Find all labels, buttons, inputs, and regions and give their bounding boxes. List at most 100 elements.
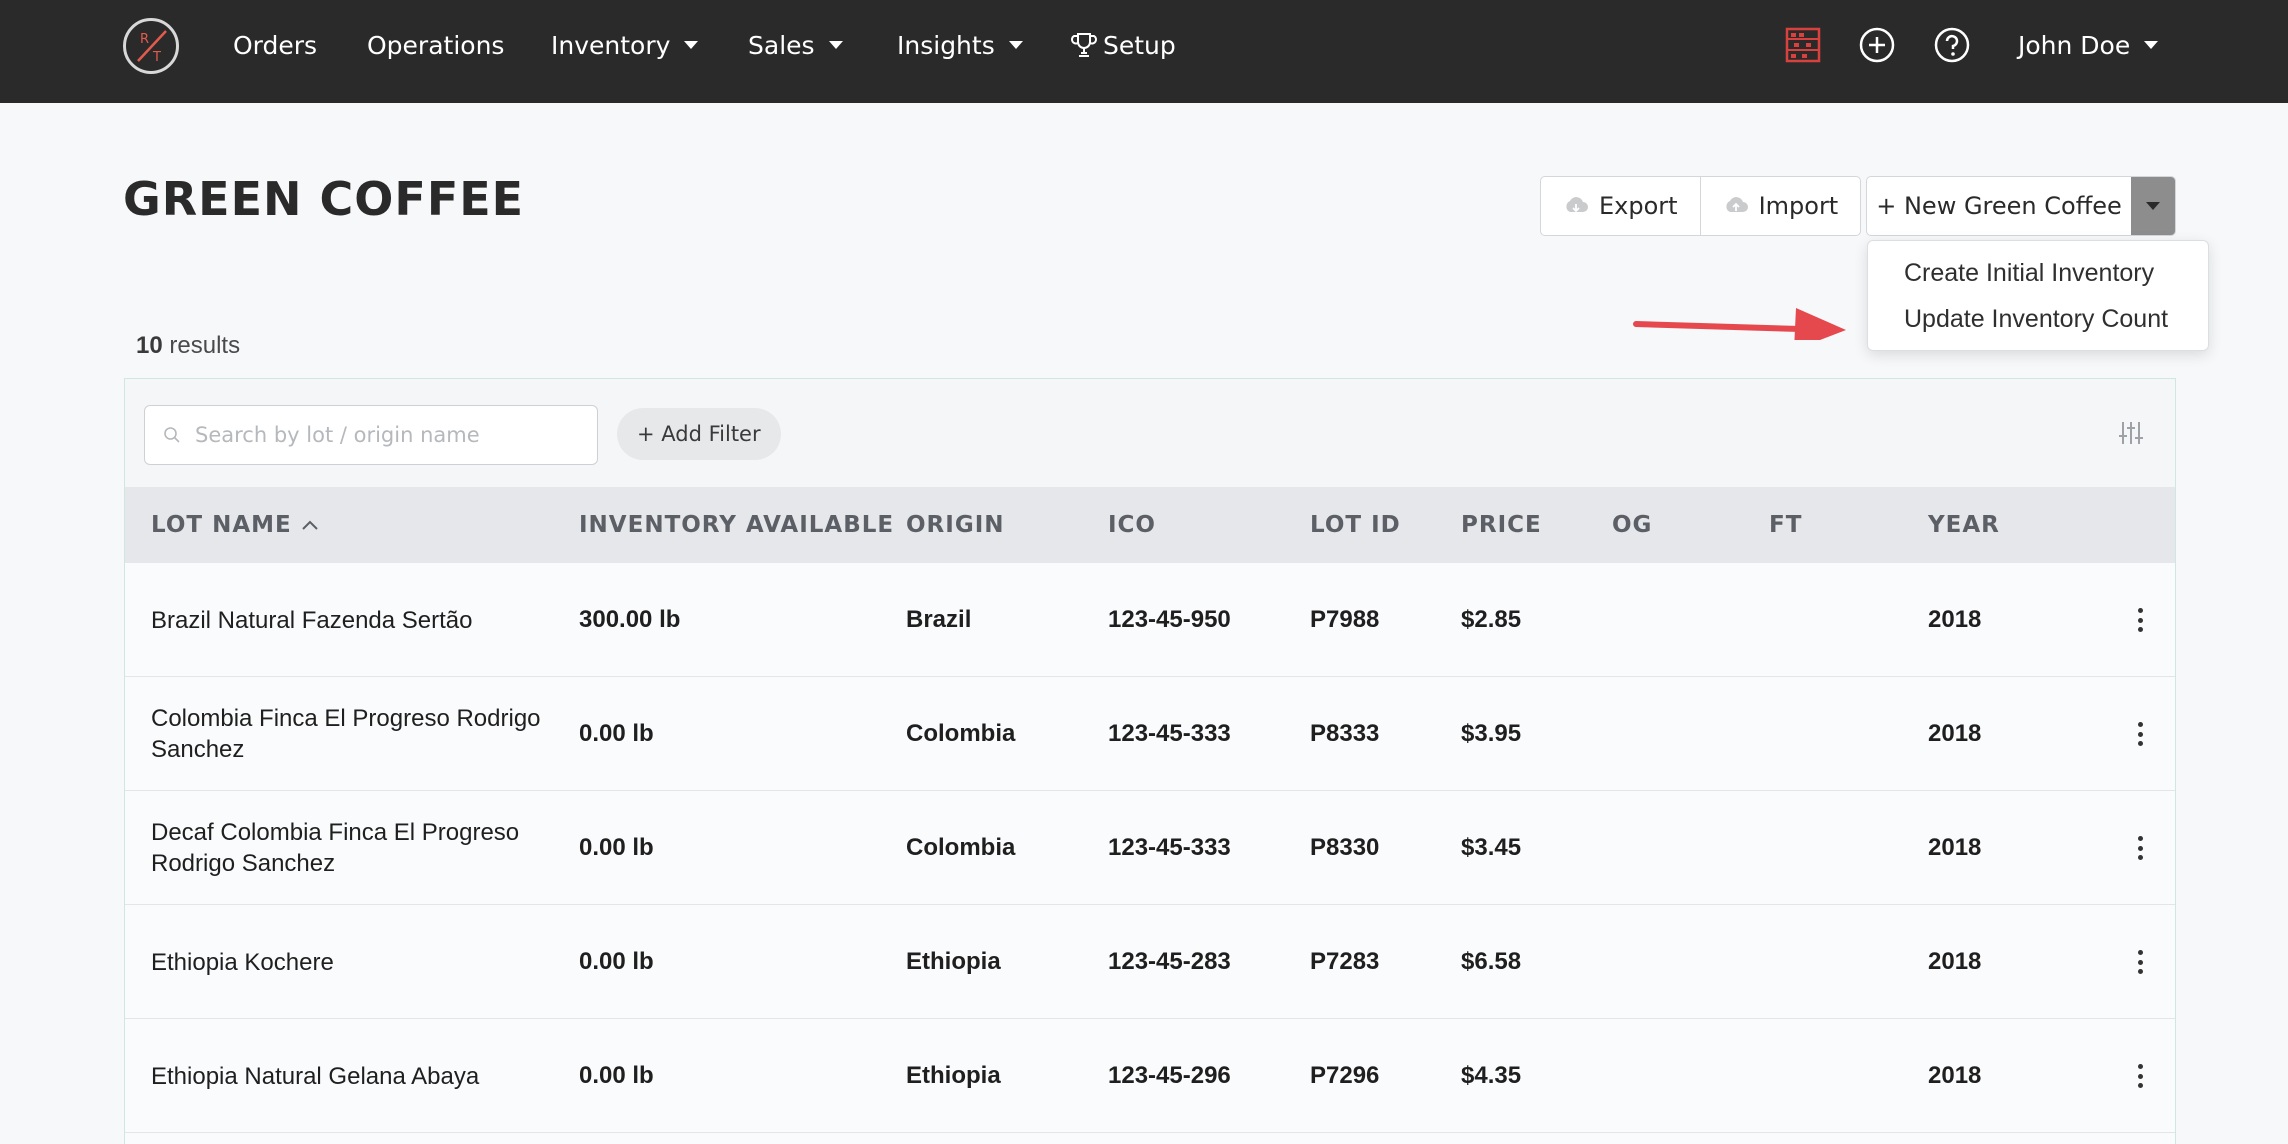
cell-price: $3.95 xyxy=(1461,720,1522,747)
nav-sales[interactable]: Sales xyxy=(748,28,843,62)
cell-ico: 123-45-333 xyxy=(1108,834,1231,861)
column-header-lot-name[interactable]: LOT NAME xyxy=(151,487,320,563)
cell-ico: 123-45-950 xyxy=(1108,606,1231,633)
cloud-download-icon xyxy=(1566,197,1588,213)
nav-orders[interactable]: Orders xyxy=(233,28,317,62)
nav-operations-label: Operations xyxy=(367,30,505,60)
cell-inventory: 0.00 lb xyxy=(579,834,654,861)
nav-sales-label: Sales xyxy=(748,30,815,60)
top-navbar: R T Orders Operations Inventory Sales In… xyxy=(0,0,2288,103)
search-icon xyxy=(164,427,180,443)
column-header-og[interactable]: OG xyxy=(1612,487,1652,563)
cell-lot-name[interactable]: Ethiopia Kochere xyxy=(151,905,581,1019)
nav-inventory[interactable]: Inventory xyxy=(551,28,699,62)
cell-inventory: 300.00 lb xyxy=(579,606,681,633)
chevron-down-icon xyxy=(1008,41,1023,49)
inventory-table-panel: + Add Filter LOT NAME INVENTORY AVAILABL… xyxy=(124,378,2176,1144)
cell-lot-name[interactable]: Brazil Natural Fazenda Sertão xyxy=(151,563,581,677)
column-settings-icon[interactable] xyxy=(2117,419,2145,447)
row-actions-icon[interactable] xyxy=(2125,717,2155,751)
brand-logo[interactable]: R T xyxy=(123,18,179,74)
cell-lot-name[interactable]: Decaf Colombia Finca El Progreso Rodrigo… xyxy=(151,791,581,905)
chevron-down-icon xyxy=(2144,41,2159,49)
import-label: Import xyxy=(1758,192,1839,220)
cloud-upload-icon xyxy=(1725,197,1748,212)
cell-ico: 123-45-296 xyxy=(1108,1062,1231,1089)
cell-year: 2018 xyxy=(1928,720,1982,747)
cell-inventory: 0.00 lb xyxy=(579,1062,654,1089)
cell-lot-id: P7283 xyxy=(1310,948,1380,975)
table-row[interactable]: Ethiopia Natural Gelana Abaya 0.00 lb Et… xyxy=(125,1019,2175,1133)
cell-price: $6.58 xyxy=(1461,948,1522,975)
export-import-group: Export Import xyxy=(1540,176,1862,236)
table-row[interactable]: Colombia Finca El Progreso Rodrigo Sanch… xyxy=(125,677,2175,791)
chevron-down-icon xyxy=(828,41,843,49)
logo-letter-r: R xyxy=(140,32,149,47)
cell-origin: Colombia xyxy=(906,720,1016,747)
new-options-toggle[interactable] xyxy=(2131,177,2175,235)
cell-lot-name[interactable]: Ethiopia Natural Gelana Abaya xyxy=(151,1019,581,1133)
chevron-down-icon xyxy=(684,41,699,49)
column-header-label: LOT NAME xyxy=(151,512,292,538)
column-header-price[interactable]: PRICE xyxy=(1461,487,1542,563)
cell-lot-id: P7296 xyxy=(1310,1062,1380,1089)
cell-ico: 123-45-283 xyxy=(1108,948,1231,975)
table-row[interactable]: Decaf Colombia Finca El Progreso Rodrigo… xyxy=(125,791,2175,905)
cell-origin: Ethiopia xyxy=(906,1062,1001,1089)
search-input[interactable] xyxy=(195,418,585,452)
row-actions-icon[interactable] xyxy=(2125,945,2155,979)
chevron-down-icon xyxy=(2146,202,2160,210)
new-green-coffee-button[interactable]: + New Green Coffee xyxy=(1867,177,2131,235)
cell-lot-name[interactable]: Colombia Finca El Progreso Rodrigo Sanch… xyxy=(151,677,581,791)
column-header-origin[interactable]: ORIGIN xyxy=(906,487,1005,563)
results-label: results xyxy=(169,332,241,359)
table-toolbar: + Add Filter xyxy=(125,379,2175,487)
page-title: GREEN COFFEE xyxy=(123,172,525,226)
nav-setup[interactable]: Setup xyxy=(1069,28,1176,62)
cell-inventory: 0.00 lb xyxy=(579,720,654,747)
cell-lot-id: P8330 xyxy=(1310,834,1380,861)
import-button[interactable]: Import xyxy=(1699,177,1861,235)
plus-circle-icon[interactable] xyxy=(1858,26,1896,64)
user-menu[interactable]: John Doe xyxy=(2018,28,2159,62)
row-actions-icon[interactable] xyxy=(2125,831,2155,865)
new-options-dropdown: Create Initial Inventory Update Inventor… xyxy=(1867,240,2209,351)
table-header: LOT NAME INVENTORY AVAILABLE ORIGIN ICO … xyxy=(125,487,2175,563)
results-number: 10 xyxy=(136,332,163,359)
sort-ascending-icon xyxy=(302,520,318,530)
cell-year: 2018 xyxy=(1928,948,1982,975)
cell-lot-id: P7988 xyxy=(1310,606,1380,633)
nav-setup-label: Setup xyxy=(1103,30,1176,60)
update-inventory-count-item[interactable]: Update Inventory Count xyxy=(1904,305,2168,334)
nav-orders-label: Orders xyxy=(233,30,318,60)
column-header-ico[interactable]: ICO xyxy=(1108,487,1156,563)
cell-origin: Brazil xyxy=(906,606,972,633)
row-actions-icon[interactable] xyxy=(2125,1059,2155,1093)
cell-year: 2018 xyxy=(1928,606,1982,633)
add-filter-button[interactable]: + Add Filter xyxy=(617,408,781,460)
cell-inventory: 0.00 lb xyxy=(579,948,654,975)
column-header-year[interactable]: YEAR xyxy=(1928,487,2000,563)
user-name: John Doe xyxy=(2018,30,2131,60)
cell-origin: Colombia xyxy=(906,834,1016,861)
column-header-lot-id[interactable]: LOT ID xyxy=(1310,487,1401,563)
new-green-coffee-split-button: + New Green Coffee xyxy=(1866,176,2176,236)
create-initial-inventory-item[interactable]: Create Initial Inventory xyxy=(1904,259,2154,288)
table-row[interactable]: Brazil Natural Fazenda Sertão 300.00 lb … xyxy=(125,563,2175,677)
cell-price: $2.85 xyxy=(1461,606,1522,633)
export-button[interactable]: Export xyxy=(1541,177,1700,235)
export-label: Export xyxy=(1599,192,1678,220)
results-count: 10 results xyxy=(136,332,240,360)
help-circle-icon[interactable] xyxy=(1933,26,1971,64)
column-header-inventory[interactable]: INVENTORY AVAILABLE xyxy=(579,487,894,563)
logo-letter-t: T xyxy=(152,50,161,65)
abacus-icon[interactable] xyxy=(1784,26,1822,64)
cell-origin: Ethiopia xyxy=(906,948,1001,975)
cell-price: $4.35 xyxy=(1461,1062,1522,1089)
table-row[interactable]: Ethiopia Kochere 0.00 lb Ethiopia 123-45… xyxy=(125,905,2175,1019)
row-actions-icon[interactable] xyxy=(2125,603,2155,637)
nav-insights[interactable]: Insights xyxy=(897,28,1023,62)
cell-year: 2018 xyxy=(1928,1062,1982,1089)
column-header-ft[interactable]: FT xyxy=(1769,487,1802,563)
nav-operations[interactable]: Operations xyxy=(367,28,504,62)
